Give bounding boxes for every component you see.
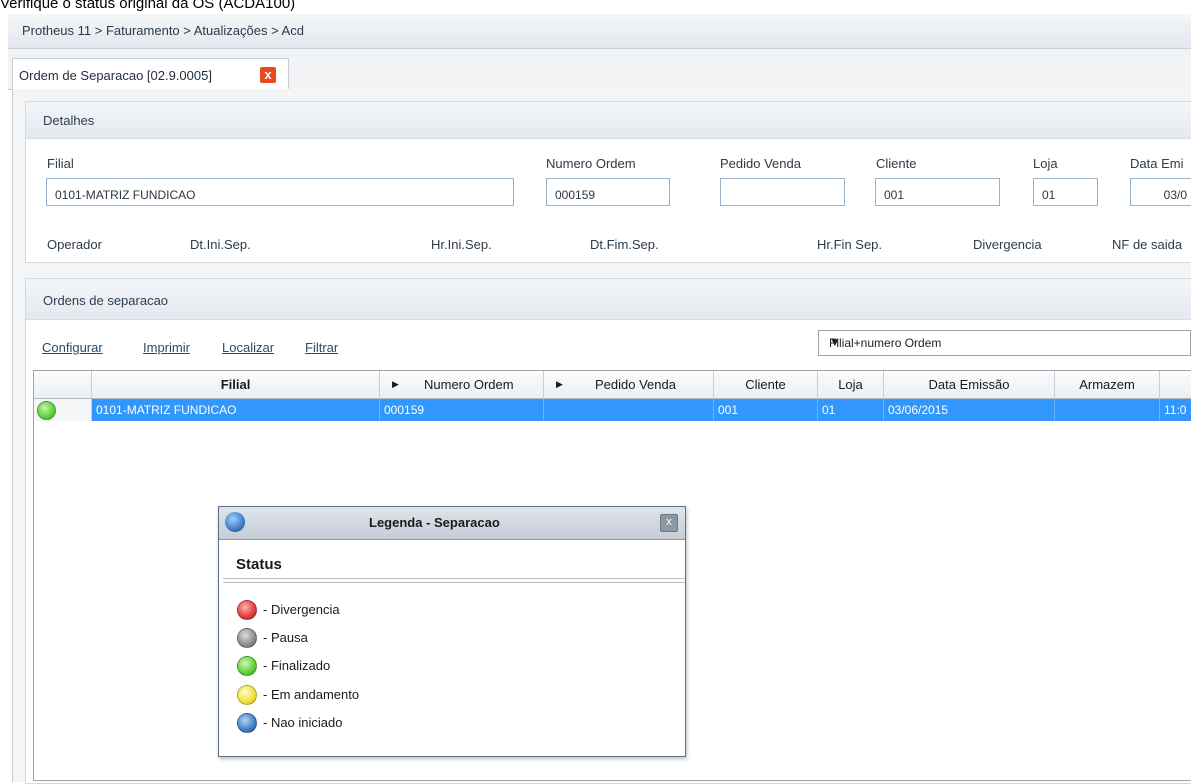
dt-ini-sep-label: Dt.Ini.Sep.	[190, 237, 251, 252]
close-tab-icon[interactable]: x	[260, 67, 276, 83]
cliente-field[interactable]: 001	[875, 178, 1000, 206]
app-logo-icon	[225, 512, 245, 532]
orders-title: Ordens de separacao	[43, 293, 169, 308]
numero-ordem-label: Numero Ordem	[546, 156, 636, 171]
status-heading: Status	[236, 556, 282, 573]
grid-header: Filial ▶ Numero Ordem ▶ Pedido Venda Cli…	[34, 371, 1191, 399]
col-header-hora[interactable]	[1160, 371, 1191, 398]
gray-dot-icon	[237, 628, 257, 648]
legend-label: - Nao iniciado	[263, 715, 343, 730]
localizar-link[interactable]: Localizar	[222, 340, 274, 355]
data-emissao-label: Data Emi	[1130, 156, 1184, 171]
col-header-pedido-venda[interactable]: ▶ Pedido Venda	[544, 371, 714, 398]
yellow-dot-icon	[237, 685, 257, 705]
col-header-filial[interactable]: Filial	[92, 371, 380, 398]
row-cliente: 001	[714, 399, 818, 421]
numero-ordem-field[interactable]: 000159	[546, 178, 670, 206]
filial-field[interactable]: 0101-MATRIZ FUNDICAO	[46, 178, 514, 206]
sort-arrow-icon: ▶	[392, 379, 399, 389]
row-data-emissao: 03/06/2015	[884, 399, 1055, 421]
row-loja: 01	[818, 399, 884, 421]
row-status-cell	[34, 399, 92, 421]
col-header-numero-ordem[interactable]: ▶ Numero Ordem	[380, 371, 544, 398]
table-row[interactable]: 0101-MATRIZ FUNDICAO 000159 001 01 03/06…	[34, 399, 1191, 421]
row-pedido-venda	[544, 399, 714, 421]
sort-arrow-icon: ▶	[556, 379, 563, 389]
loja-field[interactable]: 01	[1033, 178, 1098, 206]
page-caption: Verifique o status original da OS (ACDA1…	[0, 0, 296, 12]
details-header: Detalhes	[26, 102, 1191, 139]
configurar-link[interactable]: Configurar	[42, 340, 103, 355]
green-dot-icon	[237, 656, 257, 676]
divergencia-label: Divergencia	[973, 237, 1042, 252]
col-header-status[interactable]	[34, 371, 92, 398]
data-emissao-field[interactable]: 03/0	[1130, 178, 1191, 206]
orders-header: Ordens de separacao	[26, 279, 1191, 320]
legend-label: - Finalizado	[263, 658, 331, 673]
red-dot-icon	[237, 600, 257, 620]
pedido-venda-label: Pedido Venda	[720, 156, 801, 171]
row-hora: 11:0	[1164, 403, 1187, 417]
index-order-select[interactable]: Filial+numero Ordem ▼	[818, 330, 1191, 356]
status-divider	[223, 578, 685, 583]
imprimir-link[interactable]: Imprimir	[143, 340, 190, 355]
row-numero-ordem: 000159	[380, 399, 544, 421]
loja-label: Loja	[1033, 156, 1058, 171]
hr-fin-sep-label: Hr.Fin Sep.	[817, 237, 883, 252]
col-header-loja[interactable]: Loja	[818, 371, 884, 398]
col-header-armazem[interactable]: Armazem	[1055, 371, 1160, 398]
cliente-label: Cliente	[876, 156, 917, 171]
pedido-venda-field[interactable]	[720, 178, 845, 206]
details-title: Detalhes	[43, 113, 95, 128]
breadcrumb: Protheus 11 > Faturamento > Atualizações…	[22, 23, 304, 38]
col-header-pedido-venda-label: Pedido Venda	[595, 377, 676, 392]
breadcrumb-bar: Protheus 11 > Faturamento > Atualizações…	[8, 14, 1191, 49]
operador-label: Operador	[47, 237, 102, 252]
tab-ordem-separacao[interactable]: Ordem de Separacao [02.9.0005] x	[12, 58, 289, 90]
dialog-titlebar[interactable]: Legenda - Separacao x	[219, 507, 685, 540]
blue-dot-icon	[237, 713, 257, 733]
filtrar-link[interactable]: Filtrar	[305, 340, 338, 355]
nf-saida-label: NF de saida	[1112, 237, 1183, 252]
filial-label: Filial	[47, 156, 74, 171]
col-header-cliente[interactable]: Cliente	[714, 371, 818, 398]
legend-label: - Pausa	[263, 630, 308, 645]
dialog-title: Legenda - Separacao	[369, 515, 500, 530]
close-dialog-icon[interactable]: x	[660, 514, 678, 532]
legend-label: - Em andamento	[263, 687, 360, 702]
chevron-down-icon[interactable]: ▼	[829, 335, 1184, 349]
tab-label: Ordem de Separacao [02.9.0005]	[19, 68, 212, 83]
legend-label: - Divergencia	[263, 602, 340, 617]
col-header-data-emissao[interactable]: Data Emissão	[884, 371, 1055, 398]
row-armazem	[1055, 399, 1160, 421]
col-header-numero-ordem-label: Numero Ordem	[424, 377, 514, 392]
hr-ini-sep-label: Hr.Ini.Sep.	[431, 237, 492, 252]
status-green-icon	[37, 401, 56, 420]
legend-dialog: Legenda - Separacao x Status - Divergenc…	[218, 506, 686, 757]
dt-fim-sep-label: Dt.Fim.Sep.	[590, 237, 659, 252]
row-filial: 0101-MATRIZ FUNDICAO	[92, 399, 380, 421]
